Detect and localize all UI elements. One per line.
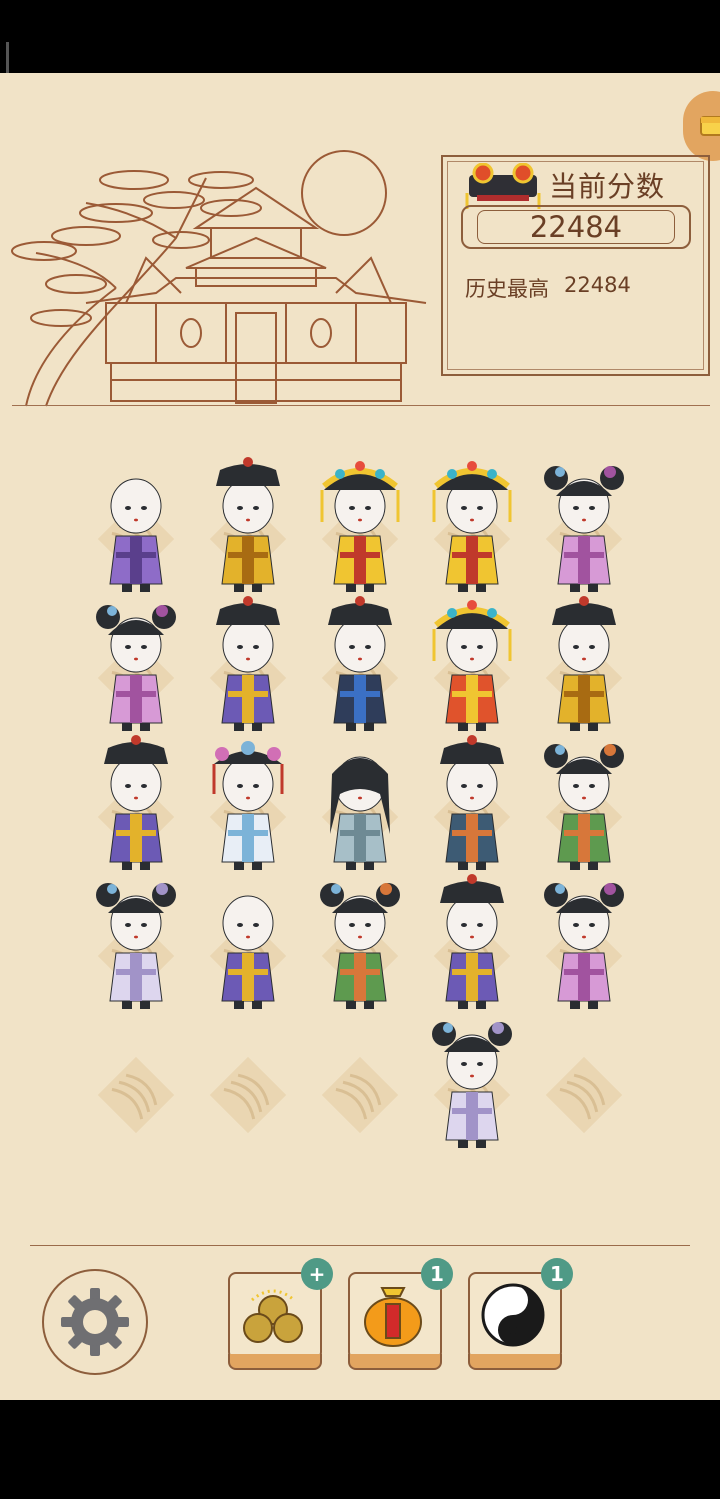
gear-icon (61, 1288, 129, 1356)
character-tile-maid[interactable] (534, 734, 634, 874)
character-tile-empress[interactable] (422, 456, 522, 596)
board-slot (541, 1052, 627, 1138)
score-box: 22484 (461, 205, 691, 249)
character-tile-official[interactable] (198, 595, 298, 735)
treasure-chest-button[interactable] (683, 91, 720, 161)
character-tile-maid[interactable] (86, 595, 186, 735)
bottom-divider (30, 1245, 690, 1246)
best-score-label: 历史最高 (465, 277, 549, 301)
score-title: 当前分数 (549, 170, 666, 203)
character-tile-maid[interactable] (422, 1012, 522, 1152)
pavilion-illustration (11, 150, 427, 407)
character-tile-maid[interactable] (534, 873, 634, 1013)
tool-badge: 1 (541, 1258, 573, 1290)
jar-icon (364, 1287, 422, 1347)
character-tile-eunuch[interactable] (86, 456, 186, 596)
character-tile-official[interactable] (534, 595, 634, 735)
character-tile-official[interactable] (198, 456, 298, 596)
yin-yang-icon (481, 1283, 545, 1347)
tool-base (348, 1354, 442, 1370)
tool-badge: + (301, 1258, 333, 1290)
character-tile-scholar[interactable] (310, 734, 410, 874)
board-slot (317, 1052, 403, 1138)
current-score: 22484 (529, 210, 623, 244)
lantern-jar-tool-button[interactable]: 1 (348, 1258, 453, 1370)
tool-badge: 1 (421, 1258, 453, 1290)
game-area: 当前分数 22484 历史最高 22484 + 1 1 (0, 73, 720, 1400)
character-tile-official[interactable] (422, 734, 522, 874)
character-tile-consort[interactable] (198, 734, 298, 874)
tool-base (468, 1354, 562, 1370)
character-tile-maid[interactable] (534, 456, 634, 596)
character-tile-maid[interactable] (310, 873, 410, 1013)
character-tile-eunuch[interactable] (198, 873, 298, 1013)
status-bar (0, 0, 720, 100)
tool-base (228, 1354, 322, 1370)
settings-button[interactable] (42, 1269, 148, 1375)
character-tile-official[interactable] (310, 595, 410, 735)
board-slot (93, 1052, 179, 1138)
character-tile-empress[interactable] (422, 595, 522, 735)
coins-tool-button[interactable]: + (228, 1258, 333, 1370)
score-panel: 当前分数 22484 历史最高 22484 (441, 155, 710, 376)
chest-icon (700, 116, 720, 136)
system-nav-bar (0, 1400, 720, 1499)
board-slot (205, 1052, 291, 1138)
character-tile-maid[interactable] (86, 873, 186, 1013)
yin-yang-tool-button[interactable]: 1 (468, 1258, 573, 1370)
character-tile-empress[interactable] (310, 456, 410, 596)
coins-icon (243, 1289, 303, 1343)
character-tile-official[interactable] (86, 734, 186, 874)
best-score-value: 22484 (564, 273, 631, 297)
character-tile-official[interactable] (422, 873, 522, 1013)
top-divider (12, 405, 710, 406)
